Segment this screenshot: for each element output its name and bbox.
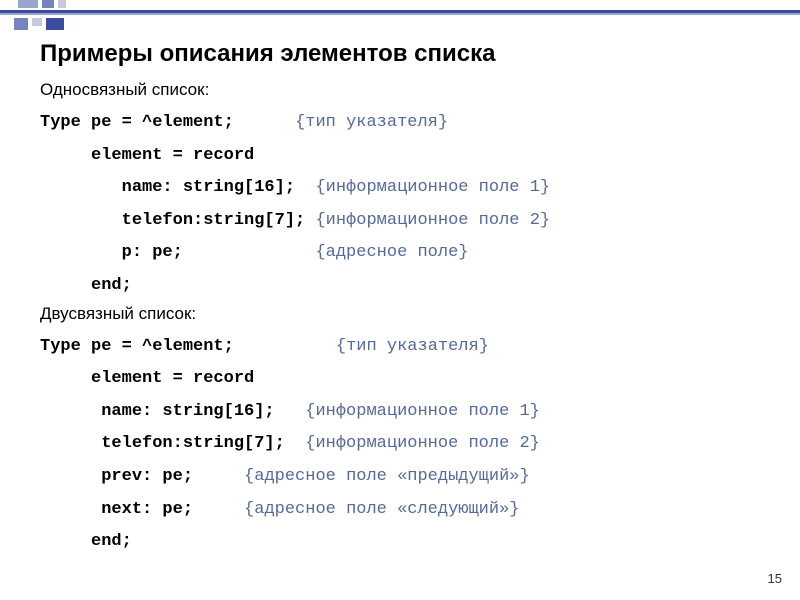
code-comment: {информационное поле 1} [315, 178, 550, 197]
code-line: name: string[16]; {информационное поле 1… [40, 173, 770, 204]
code-text: Type pe = ^element; [40, 337, 234, 356]
slide-title: Примеры описания элементов списка [40, 40, 770, 68]
section1-label: Односвязный список: [40, 80, 770, 100]
code-comment: {адресное поле «предыдущий»} [244, 467, 530, 486]
code-comment: {информационное поле 2} [305, 434, 540, 453]
code-text: next: pe; [40, 500, 193, 519]
page-number: 15 [768, 571, 782, 586]
code-line: Type pe = ^element; {тип указателя} [40, 332, 770, 363]
code-text: Type pe = ^element; [40, 113, 234, 132]
code-text: name: string[16]; [40, 402, 275, 421]
section2-label: Двусвязный список: [40, 304, 770, 324]
code-text: element = record [40, 369, 254, 388]
section2-code: Type pe = ^element; {тип указателя} elem… [40, 332, 770, 558]
code-comment: {адресное поле «следующий»} [244, 500, 519, 519]
code-text: name: string[16]; [40, 178, 295, 197]
code-text: telefon:string[7]; [40, 434, 285, 453]
code-comment: {информационное поле 2} [315, 211, 550, 230]
section1-code: Type pe = ^element; {тип указателя} elem… [40, 108, 770, 302]
slide-decoration [0, 0, 800, 35]
code-text: prev: pe; [40, 467, 193, 486]
code-line: telefon:string[7]; {информационное поле … [40, 206, 770, 237]
code-comment: {адресное поле} [315, 243, 468, 262]
code-line: element = record [40, 141, 770, 172]
code-line: end; [40, 527, 770, 558]
code-line: name: string[16]; {информационное поле 1… [40, 397, 770, 428]
code-line: p: pe; {адресное поле} [40, 238, 770, 269]
code-line: telefon:string[7]; {информационное поле … [40, 429, 770, 460]
code-text: element = record [40, 146, 254, 165]
code-text: end; [40, 532, 132, 551]
code-text: end; [40, 276, 132, 295]
code-comment: {тип указателя} [336, 337, 489, 356]
code-comment: {тип указателя} [295, 113, 448, 132]
code-line: next: pe; {адресное поле «следующий»} [40, 495, 770, 526]
code-line: element = record [40, 364, 770, 395]
code-text: p: pe; [40, 243, 183, 262]
code-line: Type pe = ^element; {тип указателя} [40, 108, 770, 139]
code-line: end; [40, 271, 770, 302]
code-line: prev: pe; {адресное поле «предыдущий»} [40, 462, 770, 493]
code-comment: {информационное поле 1} [305, 402, 540, 421]
code-text: telefon:string[7]; [40, 211, 305, 230]
